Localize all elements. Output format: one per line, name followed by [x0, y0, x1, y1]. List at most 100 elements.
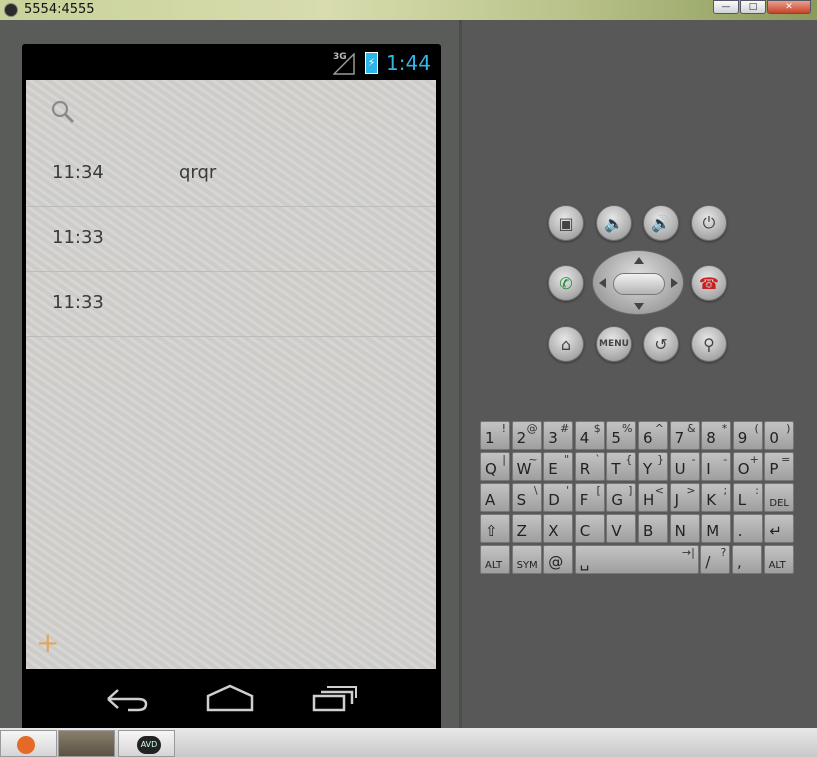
key[interactable]: ↵ [764, 514, 795, 543]
key[interactable]: U- [669, 452, 700, 481]
key-label: R [579, 460, 591, 478]
key-alt-label: < [654, 484, 664, 497]
key[interactable]: 1! [480, 421, 510, 450]
key[interactable]: Q | [480, 452, 510, 481]
key[interactable]: 0) [764, 421, 795, 450]
key[interactable]: K; [701, 483, 732, 512]
key[interactable]: Z [511, 514, 542, 543]
key[interactable]: , [732, 545, 762, 574]
key[interactable]: L: [732, 483, 763, 512]
dpad-down-icon[interactable] [634, 303, 644, 310]
volume-down-icon: 🔈 [604, 213, 624, 233]
back-icon[interactable] [104, 684, 150, 714]
key[interactable]: E " [543, 452, 574, 481]
camera-button[interactable]: ▣ [548, 205, 584, 241]
home-icon[interactable] [206, 684, 254, 714]
key-label: ↵ [769, 522, 782, 540]
key-label: 4 [579, 429, 590, 447]
key[interactable]: @ [543, 545, 574, 574]
back-button[interactable]: ↺ [643, 326, 679, 362]
key[interactable]: 4 $ [574, 421, 605, 450]
minimize-button[interactable]: — [713, 0, 739, 14]
dpad-up-icon[interactable] [634, 257, 644, 264]
key[interactable]: 6 ^ [638, 421, 668, 450]
key[interactable]: ALT [763, 545, 794, 574]
add-note-icon[interactable]: + [36, 629, 59, 657]
search-icon[interactable] [50, 99, 76, 125]
key[interactable]: A [480, 483, 510, 512]
key[interactable]: R ` [574, 452, 605, 481]
close-button[interactable]: ✕ [767, 0, 811, 14]
dpad[interactable] [592, 250, 684, 315]
key[interactable]: 3 # [543, 421, 574, 450]
key[interactable]: . [732, 514, 763, 543]
dpad-right-icon[interactable] [671, 278, 678, 288]
key[interactable]: N [669, 514, 700, 543]
key[interactable]: P = [764, 452, 795, 481]
key-alt-label: $ [593, 422, 601, 435]
key[interactable]: O + [732, 452, 763, 481]
key-label: @ [548, 553, 564, 571]
taskbar-item-browser[interactable] [0, 730, 57, 757]
key[interactable]: ⇧ [480, 514, 510, 543]
key[interactable]: 9( [732, 421, 763, 450]
key[interactable]: 2 @ [511, 421, 542, 450]
taskbar-item-window[interactable] [58, 730, 115, 757]
key-label: K [706, 491, 717, 509]
key[interactable]: C [574, 514, 605, 543]
key-label: ⇧ [485, 522, 498, 540]
key[interactable]: X [543, 514, 574, 543]
key-label: 2 [516, 429, 527, 447]
volume-up-button[interactable]: 🔊 [643, 205, 679, 241]
home-button[interactable]: ⌂ [548, 326, 584, 362]
key-alt-label: ; [723, 484, 728, 497]
note-row[interactable]: 11:33 [26, 207, 436, 272]
key[interactable]: /? [700, 545, 731, 574]
camera-icon: ▣ [558, 213, 574, 233]
key-alt-label: | [502, 453, 506, 466]
key[interactable]: ␣ →| [574, 545, 699, 574]
taskbar-item-avd[interactable]: AVD [118, 730, 175, 757]
key[interactable]: 8 * [701, 421, 732, 450]
key-alt-label: - [691, 453, 696, 466]
key[interactable]: DEL [764, 483, 795, 512]
key-label: Q [485, 460, 497, 478]
end-call-button[interactable]: ☎ [691, 265, 727, 301]
note-row[interactable]: 11:34 qrqr [26, 142, 436, 207]
key[interactable]: 7 & [669, 421, 700, 450]
key-label: 7 [674, 429, 685, 447]
key[interactable]: V [606, 514, 637, 543]
dpad-left-icon[interactable] [599, 278, 606, 288]
recent-apps-icon[interactable] [312, 684, 358, 714]
key[interactable]: G] [606, 483, 637, 512]
key-label: X [548, 522, 559, 540]
key[interactable]: F[ [574, 483, 605, 512]
key[interactable]: T{ [606, 452, 637, 481]
key-alt-label: →| [681, 546, 695, 559]
key[interactable]: ALT [480, 545, 510, 574]
power-button[interactable]: ⏻ [691, 205, 727, 241]
phone-call-icon: ✆ [559, 273, 573, 293]
key[interactable]: B [638, 514, 668, 543]
key-label: L [737, 491, 747, 509]
key[interactable]: M [701, 514, 732, 543]
call-button[interactable]: ✆ [548, 265, 584, 301]
key[interactable]: S \ [511, 483, 542, 512]
key[interactable]: H < [638, 483, 668, 512]
maximize-button[interactable]: □ [740, 0, 766, 14]
key[interactable]: J > [669, 483, 700, 512]
search-button[interactable]: ⚲ [691, 326, 727, 362]
key[interactable]: I- [701, 452, 732, 481]
dpad-center-button[interactable] [613, 273, 665, 295]
note-row[interactable]: 11:33 [26, 272, 436, 337]
menu-button[interactable]: MENU [596, 326, 632, 362]
key-label: B [643, 522, 654, 540]
key-label: Z [516, 522, 527, 540]
key[interactable]: W ~ [511, 452, 542, 481]
key[interactable]: SYM [511, 545, 542, 574]
key-alt-label: = [781, 453, 791, 466]
key[interactable]: D ' [543, 483, 574, 512]
key[interactable]: Y} [638, 452, 668, 481]
key[interactable]: 5% [606, 421, 637, 450]
volume-down-button[interactable]: 🔈 [596, 205, 632, 241]
